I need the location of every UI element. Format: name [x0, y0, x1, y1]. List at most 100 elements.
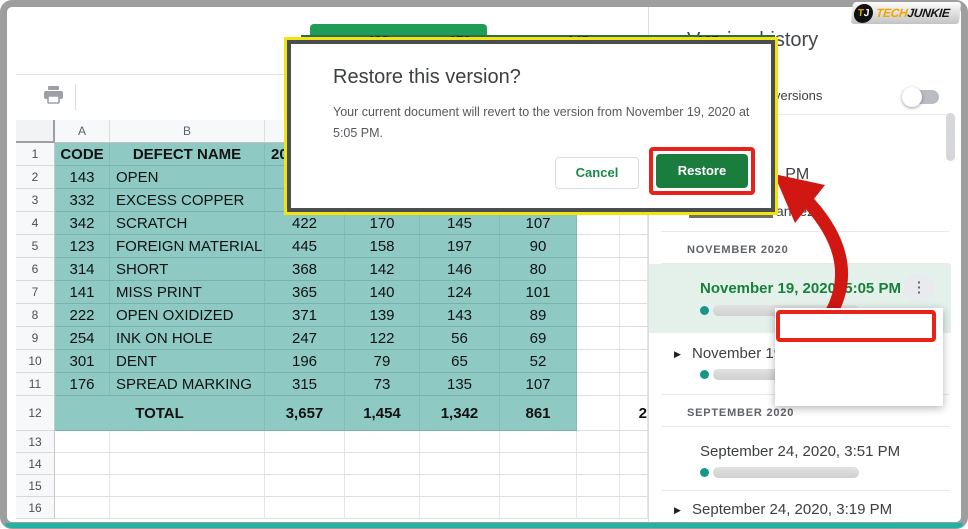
sheet-cell[interactable] [55, 475, 110, 497]
version-entry-nov-collapsed[interactable]: November 19 [692, 345, 782, 362]
sheet-cell[interactable] [620, 235, 648, 258]
sheet-cell[interactable]: OPEN [110, 166, 265, 189]
row-number[interactable]: 12 [16, 396, 55, 431]
cancel-button[interactable]: Cancel [555, 157, 639, 189]
sheet-cell[interactable]: 101 [500, 281, 577, 304]
sheet-cell-total-value[interactable]: 3,657 [265, 396, 345, 431]
grid-corner-cell[interactable] [16, 120, 55, 143]
sheet-cell[interactable] [420, 453, 500, 475]
sheet-cell[interactable]: 145 [420, 212, 500, 235]
expand-arrow-icon[interactable]: ▶ [674, 505, 681, 516]
row-number[interactable]: 6 [16, 258, 55, 281]
sheet-cell[interactable] [620, 212, 648, 235]
sheet-cell[interactable] [110, 453, 265, 475]
row-number[interactable]: 13 [16, 431, 55, 453]
row-number[interactable]: 1 [16, 143, 55, 166]
sheet-cell[interactable] [500, 475, 577, 497]
sheet-cell-total-label[interactable]: TOTAL [55, 396, 265, 431]
sheet-cell[interactable]: 371 [265, 304, 345, 327]
selected-version-title[interactable]: November 19, 2020, 5:05 PM [700, 280, 901, 297]
version-entry-sep-collapsed[interactable]: September 24, 2020, 3:19 PM [692, 501, 892, 518]
sheet-cell[interactable] [500, 497, 577, 519]
sheet-cell[interactable] [620, 350, 648, 373]
sheet-cell[interactable] [110, 431, 265, 453]
row-number[interactable]: 4 [16, 212, 55, 235]
sheet-cell[interactable] [577, 350, 620, 373]
row-number[interactable]: 2 [16, 166, 55, 189]
sheet-cell[interactable] [577, 497, 620, 519]
sheet-cell[interactable]: FOREIGN MATERIAL [110, 235, 265, 258]
sheet-cell[interactable] [577, 431, 620, 453]
sheet-cell[interactable]: SHORT [110, 258, 265, 281]
more-options-icon[interactable]: ⋮ [904, 273, 934, 303]
sheet-cell[interactable] [577, 396, 620, 431]
print-icon[interactable] [44, 86, 63, 109]
sheet-cell[interactable] [577, 212, 620, 235]
sheet-cell[interactable]: 142 [345, 258, 420, 281]
sheet-cell[interactable] [420, 475, 500, 497]
sheet-cell[interactable] [265, 475, 345, 497]
row-number[interactable]: 8 [16, 304, 55, 327]
row-number[interactable]: 11 [16, 373, 55, 396]
sheet-cell[interactable]: 107 [500, 212, 577, 235]
sheet-cell[interactable] [620, 373, 648, 396]
sheet-cell[interactable] [577, 235, 620, 258]
expand-arrow-icon[interactable]: ▶ [674, 349, 681, 360]
sheet-cell[interactable] [620, 258, 648, 281]
sheet-cell[interactable] [500, 453, 577, 475]
sheet-cell[interactable]: 56 [420, 327, 500, 350]
sheet-cell[interactable]: 65 [420, 350, 500, 373]
sheet-cell[interactable]: 332 [55, 189, 110, 212]
sheet-cell[interactable]: 139 [345, 304, 420, 327]
sheet-cell[interactable]: 254 [55, 327, 110, 350]
scrollbar-thumb[interactable] [946, 113, 955, 161]
sheet-cell[interactable]: DENT [110, 350, 265, 373]
toggle-knob[interactable] [902, 87, 922, 107]
sheet-cell[interactable]: 247 [265, 327, 345, 350]
sheet-cell[interactable] [265, 497, 345, 519]
sheet-cell[interactable] [577, 281, 620, 304]
sheet-cell[interactable] [620, 281, 648, 304]
sheet-cell[interactable] [577, 373, 620, 396]
sheet-cell[interactable] [620, 475, 648, 497]
sheet-cell[interactable]: 342 [55, 212, 110, 235]
sheet-cell[interactable]: 445 [265, 235, 345, 258]
sheet-cell[interactable] [620, 497, 648, 519]
sheet-cell[interactable] [420, 497, 500, 519]
sheet-cell-partial-value[interactable]: 2 [620, 396, 648, 431]
sheet-cell[interactable] [577, 258, 620, 281]
sheet-cell[interactable]: 69 [500, 327, 577, 350]
sheet-cell[interactable] [345, 475, 420, 497]
sheet-cell[interactable] [110, 475, 265, 497]
sheet-cell[interactable] [345, 497, 420, 519]
sheet-cell[interactable] [620, 327, 648, 350]
sheet-cell[interactable]: 90 [500, 235, 577, 258]
sheet-cell[interactable] [265, 431, 345, 453]
sheet-cell[interactable] [55, 497, 110, 519]
sheet-cell[interactable] [577, 304, 620, 327]
sheet-cell[interactable]: 89 [500, 304, 577, 327]
sheet-cell[interactable]: OPEN OXIDIZED [110, 304, 265, 327]
sheet-cell[interactable]: SPREAD MARKING [110, 373, 265, 396]
sheet-cell[interactable]: 80 [500, 258, 577, 281]
named-versions-toggle[interactable] [905, 90, 939, 104]
sheet-cell[interactable] [420, 431, 500, 453]
row-number[interactable]: 14 [16, 453, 55, 475]
sheet-cell[interactable]: MISS PRINT [110, 281, 265, 304]
sheet-cell[interactable] [55, 453, 110, 475]
sheet-cell[interactable]: 365 [265, 281, 345, 304]
sheet-cell[interactable] [345, 453, 420, 475]
sheet-cell[interactable]: 222 [55, 304, 110, 327]
row-number[interactable]: 10 [16, 350, 55, 373]
row-number[interactable]: 5 [16, 235, 55, 258]
sheet-cell[interactable]: 73 [345, 373, 420, 396]
sheet-cell[interactable] [620, 304, 648, 327]
restore-button[interactable]: Restore [656, 154, 748, 188]
sheet-cell[interactable]: 197 [420, 235, 500, 258]
sheet-cell[interactable]: 314 [55, 258, 110, 281]
sheet-cell[interactable]: 146 [420, 258, 500, 281]
sheet-cell[interactable]: 135 [420, 373, 500, 396]
sheet-cell[interactable]: 196 [265, 350, 345, 373]
sheet-cell[interactable] [620, 431, 648, 453]
sheet-cell-total-value[interactable]: 1,454 [345, 396, 420, 431]
